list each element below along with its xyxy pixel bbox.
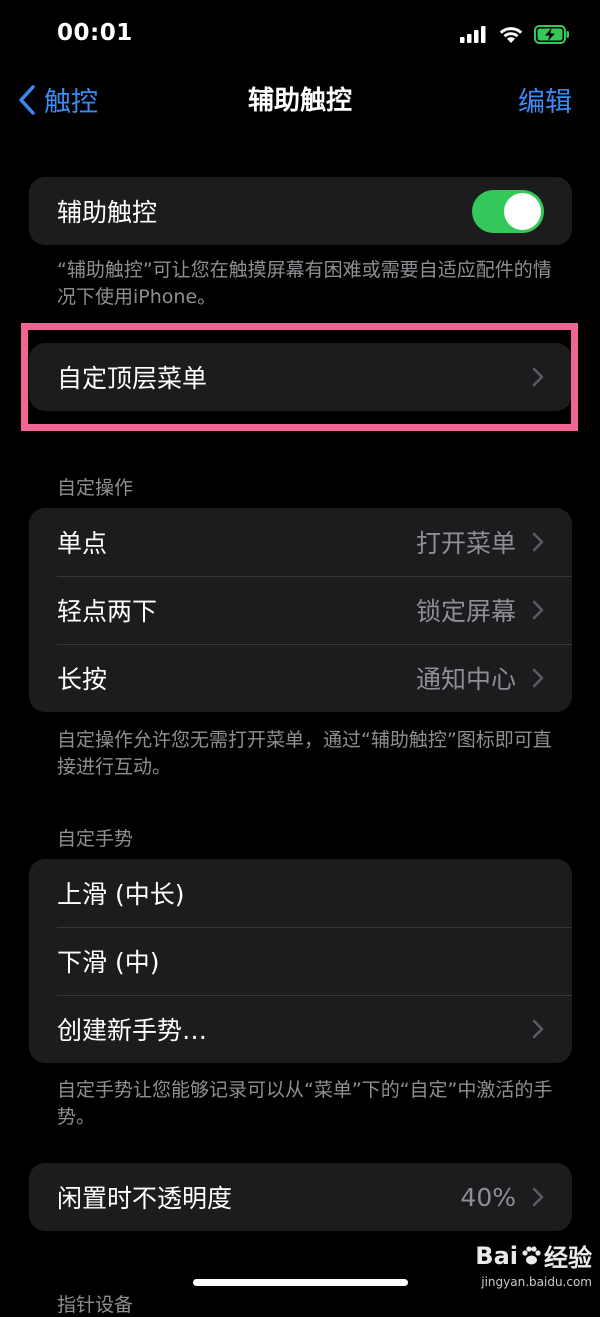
- assistive-touch-footer: “辅助触控”可让您在触摸屏幕有困难或需要自适应配件的情况下使用iPhone。: [57, 259, 552, 308]
- assistive-touch-label: 辅助触控: [57, 198, 158, 227]
- create-new-gesture-row[interactable]: 创建新手势…: [29, 995, 572, 1063]
- single-tap-label: 单点: [57, 529, 108, 558]
- assistive-touch-toggle[interactable]: [472, 189, 544, 233]
- single-tap-row[interactable]: 单点 打开菜单: [29, 508, 572, 576]
- status-icons: [460, 22, 570, 46]
- watermark-brand: Bai: [475, 1241, 518, 1270]
- custom-actions-card: 单点 打开菜单 轻点两下 锁定屏幕 长按 通知中心: [29, 508, 572, 712]
- gesture-label: 下滑 (中): [57, 948, 160, 977]
- idle-opacity-card: 闲置时不透明度 40%: [29, 1163, 572, 1231]
- cellular-signal-icon: [460, 26, 486, 43]
- chevron-right-icon: [532, 1187, 544, 1207]
- pointer-devices-header: 指针设备: [57, 1294, 134, 1316]
- double-tap-value: 锁定屏幕: [415, 597, 516, 626]
- status-time: 00:01: [57, 20, 133, 46]
- customize-top-menu-label: 自定顶层菜单: [57, 364, 208, 393]
- chevron-right-icon: [532, 1019, 544, 1039]
- chevron-right-icon: [532, 668, 544, 688]
- custom-actions-footer: 自定操作允许您无需打开菜单，通过“辅助触控”图标即可直接进行互动。: [57, 729, 552, 778]
- top-menu-card: 自定顶层菜单: [29, 343, 572, 411]
- paw-icon: [522, 1245, 541, 1264]
- create-new-gesture-label: 创建新手势…: [57, 1016, 208, 1045]
- long-press-value: 通知中心: [415, 665, 516, 694]
- wifi-icon: [499, 26, 523, 43]
- assistive-touch-row: 辅助触控: [29, 177, 572, 245]
- status-bar: 00:01: [0, 0, 600, 70]
- toggle-knob: [504, 192, 541, 230]
- navigation-bar: 触控 辅助触控 编辑: [0, 70, 600, 126]
- battery-charging-icon: [534, 24, 569, 44]
- double-tap-label: 轻点两下: [57, 597, 158, 626]
- gesture-row-swipe-up[interactable]: 上滑 (中长): [29, 859, 572, 927]
- home-indicator[interactable]: [193, 1279, 408, 1286]
- single-tap-value: 打开菜单: [415, 529, 516, 558]
- double-tap-row[interactable]: 轻点两下 锁定屏幕: [29, 576, 572, 644]
- edit-button[interactable]: 编辑: [518, 80, 572, 119]
- gesture-row-swipe-down[interactable]: 下滑 (中): [29, 927, 572, 995]
- idle-opacity-row[interactable]: 闲置时不透明度 40%: [29, 1163, 572, 1231]
- custom-gestures-card: 上滑 (中长) 下滑 (中) 创建新手势…: [29, 859, 572, 1063]
- watermark-brand-suffix: 经验: [544, 1244, 592, 1272]
- watermark-url: jingyan.baidu.com: [481, 1275, 592, 1289]
- page-title: 辅助触控: [247, 86, 352, 116]
- baidu-watermark: Bai 经验 jingyan.baidu.com: [475, 1238, 592, 1290]
- long-press-label: 长按: [57, 665, 108, 694]
- chevron-right-icon: [532, 600, 544, 620]
- chevron-right-icon: [532, 367, 544, 387]
- idle-opacity-label: 闲置时不透明度: [57, 1184, 233, 1213]
- long-press-row[interactable]: 长按 通知中心: [29, 644, 572, 712]
- assistive-touch-card: 辅助触控: [29, 177, 572, 245]
- custom-actions-header: 自定操作: [57, 477, 134, 499]
- gesture-label: 上滑 (中长): [57, 880, 185, 909]
- idle-opacity-value: 40%: [460, 1182, 516, 1212]
- custom-gestures-header: 自定手势: [57, 828, 134, 850]
- custom-gestures-footer: 自定手势让您能够记录可以从“菜单”下的“自定”中激活的手势。: [57, 1079, 553, 1128]
- chevron-right-icon: [532, 532, 544, 552]
- customize-top-menu-row[interactable]: 自定顶层菜单: [29, 343, 572, 411]
